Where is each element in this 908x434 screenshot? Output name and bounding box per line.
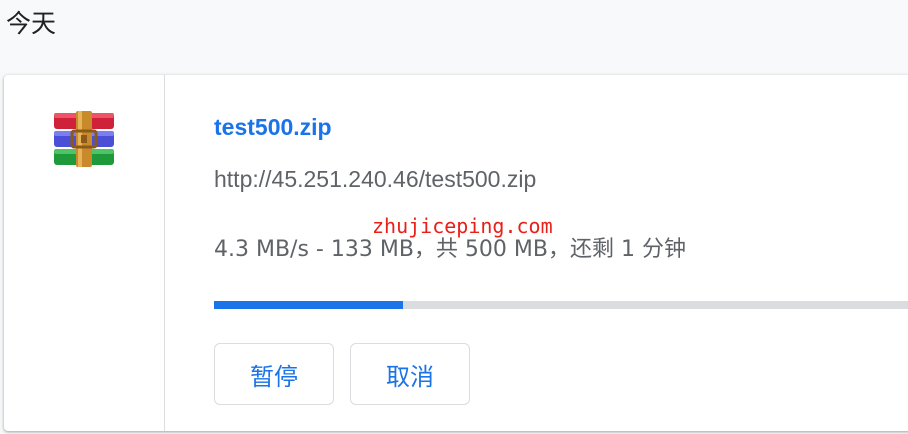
download-progress-bar [214,301,908,309]
cancel-button[interactable]: 取消 [350,343,470,405]
file-name-link[interactable]: test500.zip [214,113,332,141]
download-item-card: test500.zip http://45.251.240.46/test500… [4,75,908,431]
date-section-header: 今天 [6,9,57,38]
download-status-text: 4.3 MB/s - 133 MB，共 500 MB，还剩 1 分钟 [214,237,686,262]
download-progress-fill [214,301,403,309]
winrar-archive-icon[interactable] [52,111,116,167]
file-source-url: http://45.251.240.46/test500.zip [214,166,537,192]
pause-button[interactable]: 暂停 [214,343,334,405]
file-icon-column [4,75,165,431]
